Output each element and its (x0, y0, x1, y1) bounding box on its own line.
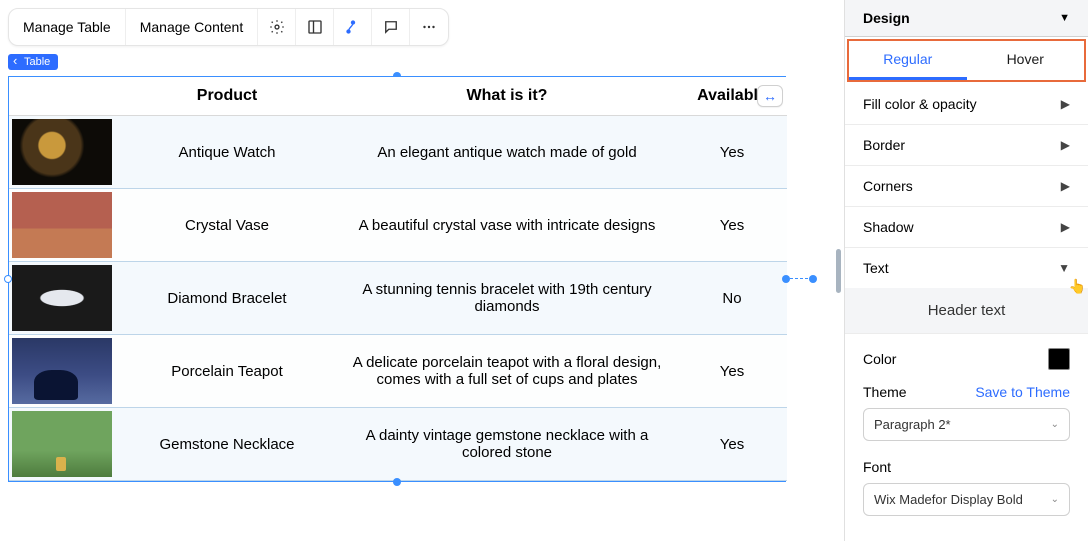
tab-regular[interactable]: Regular (849, 41, 967, 80)
accordion-fill-label: Fill color & opacity (863, 96, 977, 112)
column-resize-handle[interactable]: ↔ (757, 85, 783, 107)
table-row[interactable]: Crystal Vase A beautiful crystal vase wi… (9, 189, 787, 262)
cell-product[interactable]: Porcelain Teapot (117, 335, 337, 408)
theme-select-value: Paragraph 2* (874, 417, 951, 432)
accordion-shadow-label: Shadow (863, 219, 914, 235)
design-state-tabs: Regular Hover (847, 39, 1086, 82)
selection-handle-bottom[interactable] (393, 478, 401, 486)
cell-product[interactable]: Crystal Vase (117, 189, 337, 262)
color-row: Color (845, 334, 1088, 376)
theme-select[interactable]: Paragraph 2* ⌄ (863, 408, 1070, 441)
cell-description[interactable]: An elegant antique watch made of gold (337, 116, 677, 189)
product-thumbnail (12, 119, 112, 185)
col-header-available[interactable]: Available ↔ (677, 77, 787, 116)
chevron-down-icon: ⌄ (1051, 494, 1059, 505)
table-header-row: Product What is it? Available ↔ (9, 77, 787, 116)
col-header-product[interactable]: Product (117, 77, 337, 116)
product-thumbnail (12, 192, 112, 258)
color-label: Color (863, 351, 896, 367)
design-panel-title: Design (863, 10, 910, 26)
selection-handle-right[interactable] (782, 275, 790, 283)
table-row[interactable]: Diamond Bracelet A stunning tennis brace… (9, 262, 787, 335)
cell-description[interactable]: A beautiful crystal vase with intricate … (337, 189, 677, 262)
cell-product[interactable]: Diamond Bracelet (117, 262, 337, 335)
design-panel-header[interactable]: Design ▼ (845, 0, 1088, 37)
cell-product[interactable]: Gemstone Necklace (117, 408, 337, 481)
chevron-down-icon: ▼ (1059, 12, 1070, 24)
manage-table-button[interactable]: Manage Table (9, 9, 126, 45)
accordion-border[interactable]: Border ▶ (845, 125, 1088, 166)
accordion-shadow[interactable]: Shadow ▶ (845, 207, 1088, 248)
cell-available[interactable]: No (677, 262, 787, 335)
accordion-text-label: Text (863, 260, 889, 276)
table-row[interactable]: Antique Watch An elegant antique watch m… (9, 116, 787, 189)
breadcrumb[interactable]: Table (8, 54, 58, 70)
product-thumbnail (12, 411, 112, 477)
product-thumbnail (12, 338, 112, 404)
theme-label: Theme (863, 384, 907, 400)
settings-icon[interactable] (258, 9, 296, 45)
cell-description[interactable]: A delicate porcelain teapot with a flora… (337, 335, 677, 408)
text-subheader: Header text (845, 288, 1088, 334)
accordion-text[interactable]: Text ▼ (845, 248, 1088, 288)
chevron-down-icon: ⌄ (1051, 419, 1059, 430)
table-row[interactable]: Porcelain Teapot A delicate porcelain te… (9, 335, 787, 408)
theme-row: Theme Save to Theme (845, 376, 1088, 404)
selection-handle-left[interactable] (4, 275, 12, 283)
chevron-right-icon: ▶ (1061, 138, 1070, 152)
chevron-right-icon: ▶ (1061, 179, 1070, 193)
table[interactable]: Product What is it? Available ↔ Antique … (8, 76, 786, 482)
cell-available[interactable]: Yes (677, 335, 787, 408)
product-thumbnail (12, 265, 112, 331)
accordion-corners[interactable]: Corners ▶ (845, 166, 1088, 207)
font-label: Font (863, 459, 891, 475)
font-select[interactable]: Wix Madefor Display Bold ⌄ (863, 483, 1070, 516)
comment-icon[interactable] (372, 9, 410, 45)
cell-product[interactable]: Antique Watch (117, 116, 337, 189)
table-row[interactable]: Gemstone Necklace A dainty vintage gemst… (9, 408, 787, 481)
accordion-corners-label: Corners (863, 178, 913, 194)
design-panel: Design ▼ Regular Hover Fill color & opac… (844, 0, 1088, 541)
design-icon[interactable] (334, 9, 372, 45)
save-to-theme-link[interactable]: Save to Theme (975, 384, 1070, 400)
chevron-down-icon: ▼ (1058, 261, 1070, 275)
font-row: Font (845, 451, 1088, 479)
color-swatch[interactable] (1048, 348, 1070, 370)
manage-content-button[interactable]: Manage Content (126, 9, 259, 45)
layout-icon[interactable] (296, 9, 334, 45)
tab-hover[interactable]: Hover (967, 41, 1085, 80)
col-header-description[interactable]: What is it? (337, 77, 677, 116)
scroll-indicator[interactable] (836, 249, 841, 293)
selection-handle-outer[interactable] (809, 275, 817, 283)
chevron-right-icon: ▶ (1061, 220, 1070, 234)
font-select-value: Wix Madefor Display Bold (874, 492, 1023, 507)
cell-description[interactable]: A dainty vintage gemstone necklace with … (337, 408, 677, 481)
accordion-fill[interactable]: Fill color & opacity ▶ (845, 84, 1088, 125)
cell-available[interactable]: Yes (677, 189, 787, 262)
component-toolbar: Manage Table Manage Content (8, 8, 449, 46)
more-icon[interactable] (410, 9, 448, 45)
accordion-border-label: Border (863, 137, 905, 153)
chevron-right-icon: ▶ (1061, 97, 1070, 111)
cell-description[interactable]: A stunning tennis bracelet with 19th cen… (337, 262, 677, 335)
cell-available[interactable]: Yes (677, 116, 787, 189)
cell-available[interactable]: Yes (677, 408, 787, 481)
